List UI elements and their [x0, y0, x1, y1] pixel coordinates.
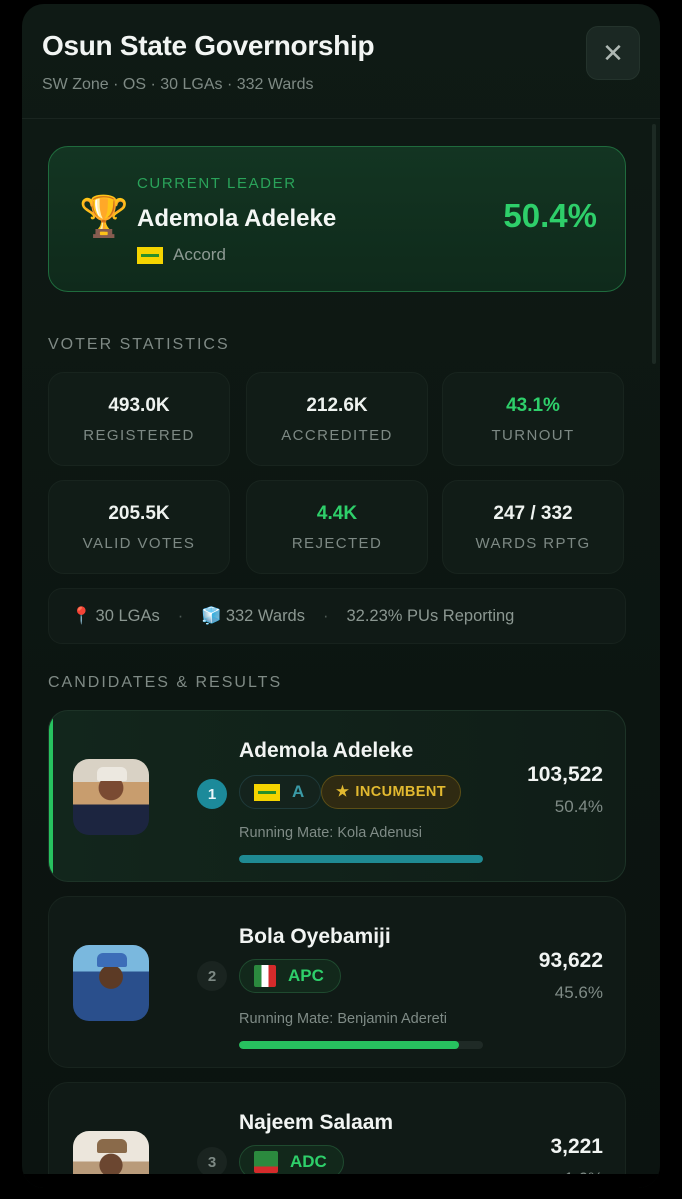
summary-wards: 332 Wards — [225, 606, 305, 625]
stat-valid-votes: 205.5K VALID VOTES — [48, 480, 230, 574]
stat-label: ACCREDITED — [281, 427, 393, 444]
stat-label: VALID VOTES — [82, 535, 196, 552]
apc-flag-icon — [254, 965, 276, 987]
trophy-icon: 🏆 — [79, 195, 129, 239]
stat-value: 493.0K — [108, 395, 170, 416]
candidate-votes: 103,522 — [527, 763, 603, 786]
vote-share-fill — [239, 855, 483, 863]
stat-rejected: 4.4K REJECTED — [246, 480, 428, 574]
party-label: A — [292, 782, 305, 801]
stat-wards-reporting: 247 / 332 WARDS RPTG — [442, 480, 624, 574]
separator: · — [177, 606, 184, 625]
leader-accent-bar — [49, 711, 53, 881]
summary-lgas: 30 LGAs — [95, 606, 160, 625]
leader-percent: 50.4% — [503, 197, 597, 234]
stat-label: REGISTERED — [83, 427, 195, 444]
header-divider — [22, 118, 660, 119]
candidate-votes: 93,622 — [538, 949, 603, 972]
candidate-avatar — [73, 759, 149, 835]
ballot-box-icon: 🧊 — [201, 606, 222, 625]
party-label: ADC — [290, 1152, 327, 1171]
coverage-summary: 📍 30 LGAs · 🧊 332 Wards · 32.23% PUs Rep… — [48, 588, 626, 644]
accord-flag-icon — [137, 246, 163, 264]
running-mate: Running Mate: Benjamin Adereti — [239, 1011, 447, 1027]
election-detail-panel: Osun State Governorship SW Zone · OS · 3… — [22, 4, 660, 1188]
incumbent-label: INCUMBENT — [355, 784, 446, 800]
star-icon: ★ — [336, 784, 350, 800]
candidate-name: Bola Oyebamiji — [239, 925, 391, 948]
leader-kicker: CURRENT LEADER — [137, 175, 297, 192]
voter-statistics-heading: VOTER STATISTICS — [48, 336, 230, 353]
scrollbar[interactable] — [652, 124, 656, 364]
rank-badge: 3 — [197, 1147, 227, 1177]
stat-value: 247 / 332 — [493, 503, 573, 524]
page-title: Osun State Governorship — [42, 30, 375, 61]
incumbent-badge: ★ INCUMBENT — [321, 775, 461, 809]
vote-share-bar — [239, 1041, 483, 1049]
stat-value: 205.5K — [108, 503, 170, 524]
candidates-heading: CANDIDATES & RESULTS — [48, 674, 283, 691]
stat-value: 4.4K — [316, 503, 358, 524]
stat-value: 212.6K — [306, 395, 368, 416]
separator: · — [323, 606, 329, 625]
leader-party-label: Accord — [173, 245, 226, 264]
leader-name: Ademola Adeleke — [137, 205, 337, 232]
stat-label: REJECTED — [291, 535, 383, 552]
candidate-percent: 50.4% — [554, 797, 603, 816]
running-mate: Running Mate: Kola Adenusi — [239, 825, 422, 841]
stat-turnout: 43.1% TURNOUT — [442, 372, 624, 466]
leader-party: Accord — [137, 245, 226, 265]
close-button[interactable]: ✕ — [586, 26, 640, 80]
candidate-card[interactable]: 1 Ademola Adeleke A ★ INCUMBENT Running … — [48, 710, 626, 882]
page-subtitle: SW Zone · OS · 30 LGAs · 332 Wards — [42, 76, 314, 93]
candidate-votes: 3,221 — [550, 1135, 603, 1158]
close-icon: ✕ — [602, 37, 624, 68]
candidate-name: Ademola Adeleke — [239, 739, 414, 762]
rank-badge: 1 — [197, 779, 227, 809]
stat-label: WARDS RPTG — [475, 535, 591, 552]
rank-badge: 2 — [197, 961, 227, 991]
party-label: APC — [288, 966, 324, 985]
vote-share-fill — [239, 1041, 459, 1049]
stat-accredited: 212.6K ACCREDITED — [246, 372, 428, 466]
party-pill: APC — [239, 959, 341, 993]
party-pill: A — [239, 775, 322, 809]
candidate-card[interactable]: 2 Bola Oyebamiji APC Running Mate: Benja… — [48, 896, 626, 1068]
candidate-card[interactable]: 3 Najeem Salaam ADC 3,221 1.6% — [48, 1082, 626, 1188]
adc-flag-icon — [254, 1151, 278, 1173]
stat-value: 43.1% — [506, 395, 560, 416]
accord-flag-icon — [254, 783, 280, 801]
candidate-percent: 45.6% — [554, 983, 603, 1002]
candidate-name: Najeem Salaam — [239, 1111, 394, 1134]
stat-registered: 493.0K REGISTERED — [48, 372, 230, 466]
summary-reporting: 32.23% PUs Reporting — [346, 606, 515, 625]
current-leader-card: 🏆 CURRENT LEADER Ademola Adeleke Accord … — [48, 146, 626, 292]
stat-label: TURNOUT — [491, 427, 575, 444]
bottom-edge — [22, 1174, 660, 1188]
pin-icon: 📍 — [71, 606, 92, 625]
candidate-avatar — [73, 945, 149, 1021]
vote-share-bar — [239, 855, 483, 863]
